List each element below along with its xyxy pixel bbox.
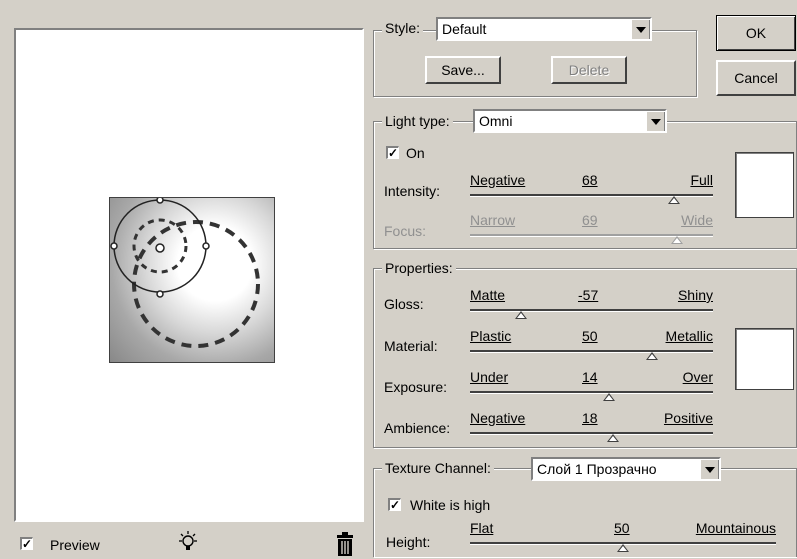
focus-min-label: Narrow <box>470 212 516 228</box>
material-track[interactable] <box>470 350 713 353</box>
save-button[interactable]: Save... <box>425 56 501 84</box>
style-select[interactable]: Default <box>436 17 652 41</box>
intensity-slider[interactable]: Negative 68 Full <box>470 172 713 208</box>
focus-value: 69 <box>582 212 598 228</box>
light-on-label: On <box>406 145 425 161</box>
material-slider[interactable]: Plastic 50 Metallic <box>470 328 713 364</box>
intensity-label: Intensity: <box>384 183 441 199</box>
properties-title: Properties: <box>382 260 456 276</box>
preview-image[interactable] <box>109 197 275 363</box>
focus-slider: Narrow 69 Wide <box>470 212 713 248</box>
white-is-high-label: White is high <box>410 497 491 513</box>
exposure-track[interactable] <box>470 391 713 394</box>
height-slider[interactable]: Flat 50 Mountainous <box>470 520 776 556</box>
preview-label: Preview <box>50 537 100 553</box>
cancel-button[interactable]: Cancel <box>716 60 796 96</box>
gloss-value: -57 <box>578 287 599 303</box>
material-thumb[interactable] <box>646 352 659 360</box>
material-label: Material: <box>384 338 438 354</box>
ambience-track[interactable] <box>470 432 713 435</box>
dropdown-arrow-icon[interactable] <box>700 459 719 479</box>
white-is-high-checkbox[interactable]: ✓ <box>388 498 401 511</box>
focus-label: Focus: <box>384 223 427 239</box>
preview-checkbox[interactable]: ✓ <box>20 537 33 550</box>
ok-button[interactable]: OK <box>716 15 796 51</box>
texture-channel-select[interactable]: Слой 1 Прозрачно <box>531 457 721 481</box>
trash-icon[interactable] <box>335 532 355 559</box>
height-value: 50 <box>614 520 630 536</box>
material-color-swatch[interactable] <box>735 328 794 390</box>
exposure-thumb[interactable] <box>602 393 615 401</box>
ambience-value: 18 <box>582 410 598 426</box>
height-label: Height: <box>386 534 431 550</box>
light-type-label: Light type: <box>382 113 453 129</box>
light-handles[interactable] <box>110 198 274 362</box>
preview-panel[interactable] <box>14 28 364 522</box>
dropdown-arrow-icon[interactable] <box>631 19 650 39</box>
style-select-value: Default <box>442 21 487 37</box>
focus-thumb <box>670 236 683 244</box>
ambience-thumb[interactable] <box>607 434 620 442</box>
gloss-thumb[interactable] <box>515 311 528 319</box>
height-max-label: Mountainous <box>695 520 776 536</box>
check-icon: ✓ <box>388 146 399 160</box>
dropdown-arrow-icon[interactable] <box>646 111 665 131</box>
intensity-value: 68 <box>582 172 598 188</box>
gloss-label: Gloss: <box>384 296 424 312</box>
intensity-thumb[interactable] <box>668 196 681 204</box>
focus-max-label: Wide <box>681 212 713 228</box>
light-type-select[interactable]: Omni <box>473 109 667 133</box>
exposure-min-label: Under <box>470 369 509 385</box>
gloss-track[interactable] <box>470 309 713 312</box>
exposure-value: 14 <box>582 369 598 385</box>
height-thumb[interactable] <box>617 544 629 552</box>
height-min-label: Flat <box>470 520 494 536</box>
material-value: 50 <box>582 328 598 344</box>
exposure-label: Exposure: <box>384 379 448 395</box>
ambience-min-label: Negative <box>470 410 526 426</box>
light-bulb-icon[interactable] <box>176 530 200 557</box>
gloss-max-label: Shiny <box>677 287 713 303</box>
light-center-handle <box>155 243 165 253</box>
ambience-slider[interactable]: Negative 18 Positive <box>470 410 713 446</box>
check-icon: ✓ <box>390 498 401 512</box>
texture-channel-label: Texture Channel: <box>382 460 494 476</box>
gloss-min-label: Matte <box>470 287 506 303</box>
gloss-slider[interactable]: Matte -57 Shiny <box>470 287 713 323</box>
texture-channel-value: Слой 1 Прозрачно <box>537 461 657 477</box>
material-min-label: Plastic <box>470 328 512 344</box>
light-color-swatch[interactable] <box>735 152 794 218</box>
light-type-value: Omni <box>479 113 513 129</box>
material-max-label: Metallic <box>665 328 713 344</box>
style-label: Style: <box>382 20 424 36</box>
light-on-checkbox[interactable]: ✓ <box>386 146 399 159</box>
delete-button[interactable]: Delete <box>551 56 627 84</box>
ambience-label: Ambience: <box>384 420 451 436</box>
ambience-max-label: Positive <box>663 410 713 426</box>
exposure-slider[interactable]: Under 14 Over <box>470 369 713 405</box>
intensity-max-label: Full <box>690 172 713 188</box>
intensity-min-label: Negative <box>470 172 526 188</box>
check-icon: ✓ <box>22 537 33 551</box>
exposure-max-label: Over <box>682 369 713 385</box>
